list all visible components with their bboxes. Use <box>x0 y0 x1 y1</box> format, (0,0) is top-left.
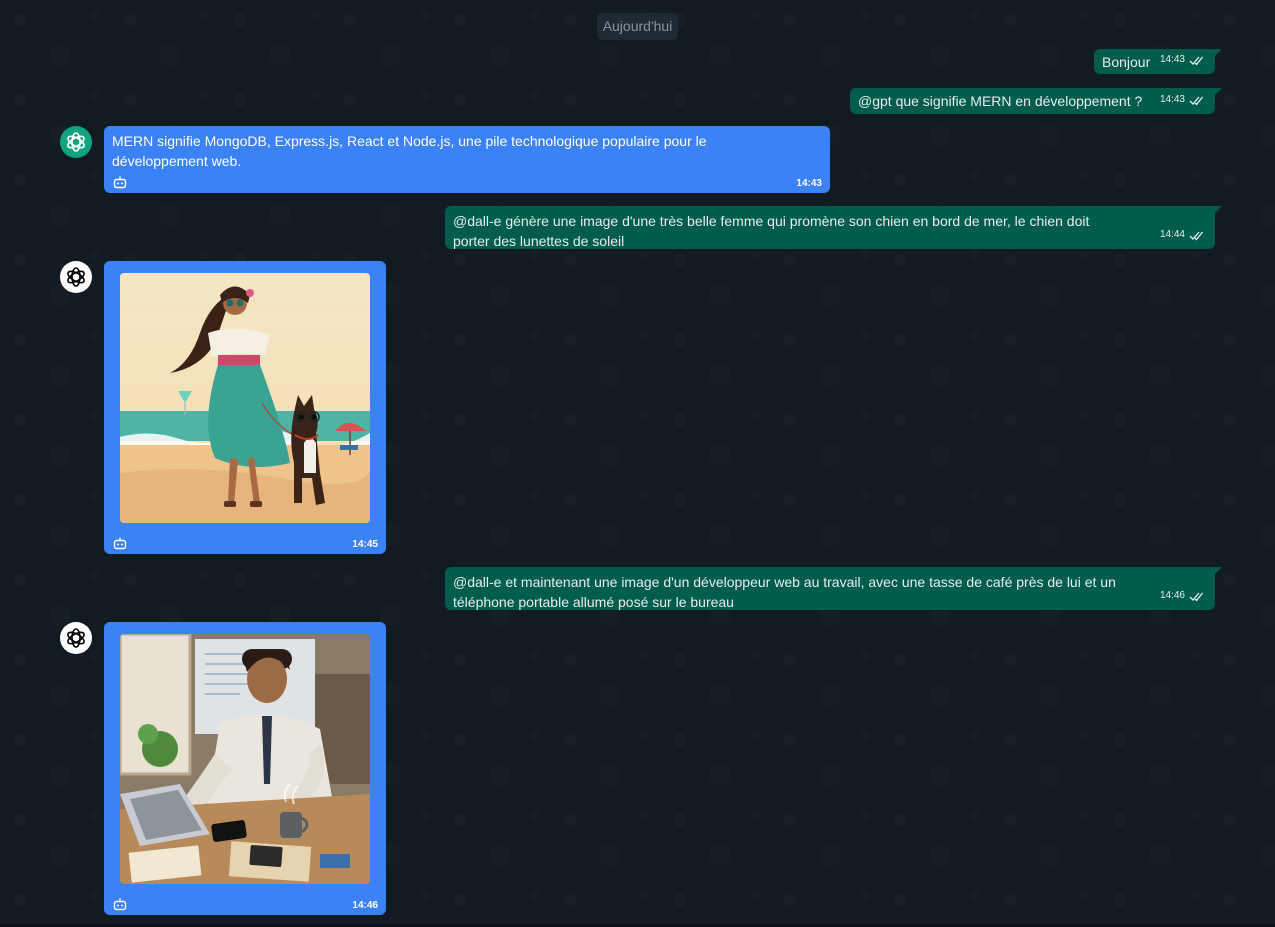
date-chip: Aujourd'hui <box>597 13 678 40</box>
message-time: 14:44 <box>1159 229 1185 240</box>
openai-icon <box>67 628 85 648</box>
bot-message[interactable]: MERN signifie MongoDB, Express.js, React… <box>104 126 830 193</box>
message-text: @gpt que signifie MERN en développement … <box>858 93 1143 109</box>
message-text: Bonjour <box>1102 54 1151 70</box>
double-check-icon <box>1189 96 1204 105</box>
generated-image-beach[interactable] <box>120 273 370 523</box>
gpt-avatar[interactable] <box>60 126 92 158</box>
message-time: 14:43 <box>796 178 822 189</box>
robot-icon <box>113 176 127 189</box>
bot-image-message[interactable]: 14:45 <box>104 261 386 554</box>
robot-icon <box>113 898 127 911</box>
robot-icon <box>113 537 127 550</box>
outgoing-message[interactable]: Bonjour 14:43 <box>1094 49 1222 74</box>
outgoing-message[interactable]: @gpt que signifie MERN en développement … <box>850 88 1222 114</box>
dalle-avatar[interactable] <box>60 261 92 293</box>
outgoing-message[interactable]: @dall-e et maintenant une image d'un dév… <box>445 567 1222 610</box>
message-text: @dall-e génère une image d'une très bell… <box>453 213 1090 249</box>
message-time: 14:43 <box>1159 94 1185 105</box>
double-check-icon <box>1189 592 1204 601</box>
message-time: 14:43 <box>1159 54 1185 65</box>
outgoing-message[interactable]: @dall-e génère une image d'une très bell… <box>445 206 1222 249</box>
message-time: 14:46 <box>1159 590 1185 601</box>
message-time: 14:46 <box>352 900 378 911</box>
openai-icon <box>67 132 85 152</box>
openai-icon <box>67 267 85 287</box>
double-check-icon <box>1189 231 1204 240</box>
message-time: 14:45 <box>352 539 378 550</box>
message-text: @dall-e et maintenant une image d'un dév… <box>453 574 1116 610</box>
message-text: MERN signifie MongoDB, Express.js, React… <box>112 133 707 169</box>
generated-image-developer[interactable] <box>120 634 370 884</box>
double-check-icon <box>1189 56 1204 65</box>
dalle-avatar[interactable] <box>60 622 92 654</box>
bot-image-message[interactable]: 14:46 <box>104 622 386 915</box>
